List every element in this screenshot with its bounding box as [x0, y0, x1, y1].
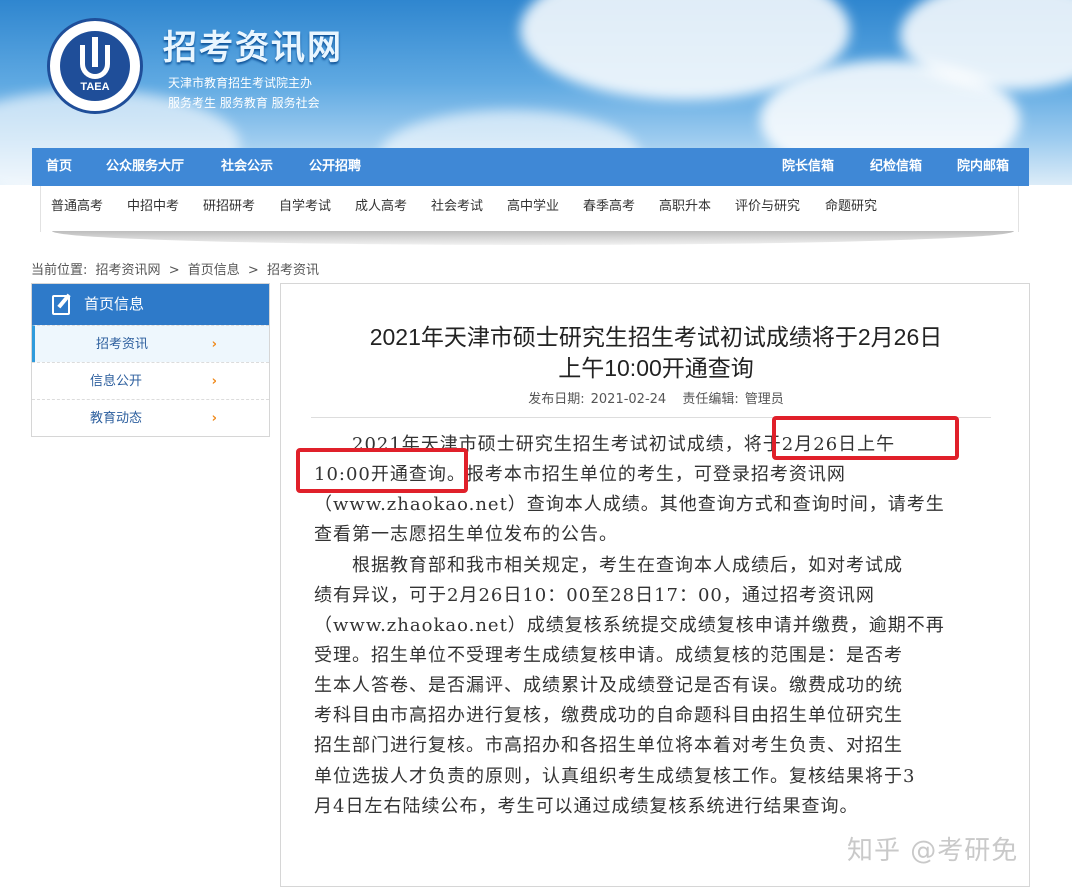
nav-home[interactable]: 首页 — [46, 148, 72, 186]
subnav-item[interactable]: 普通高考 — [51, 186, 103, 228]
article-paragraph-line: 绩有异议，可于2月26日10：00至28日17：00，通过招考资讯网 — [314, 585, 875, 606]
nav-discipline-mailbox[interactable]: 纪检信箱 — [870, 148, 922, 186]
highlight-box — [772, 416, 959, 460]
article-paragraph-line: 生本人答卷、是否漏评、成绩累计及成绩登记是否有误。缴费成功的统 — [314, 675, 903, 696]
article-paragraph-line: （www.zhaokao.net）成绩复核系统提交成绩复核申请并缴费，逾期不再 — [314, 615, 945, 636]
nav-shadow — [52, 231, 1014, 245]
breadcrumb-link[interactable]: 首页信息 — [188, 263, 240, 278]
sidebar-item-news[interactable]: 招考资讯 › — [32, 325, 269, 362]
watermark: 知乎 @考研免 — [847, 836, 1019, 866]
subnav-item[interactable]: 社会考试 — [431, 186, 483, 228]
site-subtitle-2: 服务考生 服务教育 服务社会 — [168, 96, 320, 110]
subnav-item[interactable]: 自学考试 — [279, 186, 331, 228]
breadcrumb-separator: > — [247, 263, 259, 278]
article-title-line-2: 上午10:00开通查询 — [558, 355, 754, 381]
logo-text: TAEA — [80, 81, 110, 93]
article-paragraph-line: （www.zhaokao.net）查询本人成绩。其他查询方式和查询时间，请考生 — [314, 494, 945, 515]
main-nav: 首页 公众服务大厅 社会公示 公开招聘 院长信箱 纪检信箱 院内邮箱 — [32, 148, 1029, 186]
sidebar-item-label: 教育动态 — [90, 411, 143, 426]
article-paragraph-line: 单位选拔人才负责的原则，认真组织考生成绩复核工作。复核结果将于3 — [314, 766, 916, 787]
sidebar-item-education-news[interactable]: 教育动态 › — [32, 399, 269, 436]
nav-recruitment[interactable]: 公开招聘 — [309, 148, 361, 186]
site-logo[interactable]: TAEA — [47, 18, 143, 114]
breadcrumb-prefix: 当前位置: — [31, 263, 88, 278]
breadcrumb-link[interactable]: 招考资讯 — [267, 263, 319, 278]
article-paragraph-line: 考科目由市高招办进行复核，缴费成功的自命题科目由招生单位研究生 — [314, 705, 903, 726]
article-meta: 发布日期: 2021-02-24 责任编辑: 管理员 — [281, 388, 1031, 407]
article-paragraph-line: 查看第一志愿招生单位发布的公告。 — [314, 524, 618, 545]
subnav-item[interactable]: 高职升本 — [659, 186, 711, 228]
subnav-item[interactable]: 高中学业 — [507, 186, 559, 228]
chevron-right-icon: › — [211, 337, 217, 352]
editor-label: 责任编辑: — [682, 392, 739, 407]
article-paragraph-line: 招生部门进行复核。市高招办和各招生单位将本着对考生负责、对招生 — [314, 735, 903, 756]
edit-document-icon — [52, 295, 70, 315]
editor-name: 管理员 — [744, 392, 784, 407]
subnav-item[interactable]: 研招研考 — [203, 186, 255, 228]
publish-date-label: 发布日期: — [528, 392, 585, 407]
subnav-item[interactable]: 评价与研究 — [735, 186, 800, 228]
publish-date: 2021-02-24 — [590, 392, 667, 407]
sub-nav: 普通高考 中招中考 研招研考 自学考试 成人高考 社会考试 高中学业 春季高考 … — [40, 186, 1019, 232]
nav-internal-mail[interactable]: 院内邮箱 — [957, 148, 1009, 186]
article-paragraph-line: 月4日左右陆续公布，考生可以通过成绩复核系统进行结果查询。 — [314, 796, 859, 817]
subnav-item[interactable]: 春季高考 — [583, 186, 635, 228]
logo-emblem-icon — [80, 37, 110, 79]
sidebar-item-label: 招考资讯 — [96, 337, 149, 352]
chevron-right-icon: › — [211, 374, 217, 389]
sidebar: 首页信息 招考资讯 › 信息公开 › 教育动态 › — [31, 283, 270, 437]
article-panel: 2021年天津市硕士研究生招生考试初试成绩将于2月26日 上午10:00开通查询… — [280, 283, 1030, 887]
sidebar-item-disclosure[interactable]: 信息公开 › — [32, 362, 269, 399]
article-title-line-1: 2021年天津市硕士研究生招生考试初试成绩将于2月26日 — [369, 324, 943, 350]
sidebar-header: 首页信息 — [32, 284, 269, 325]
nav-public-service[interactable]: 公众服务大厅 — [106, 148, 184, 186]
highlight-box — [296, 448, 468, 493]
nav-president-mailbox[interactable]: 院长信箱 — [782, 148, 834, 186]
sidebar-item-label: 信息公开 — [90, 374, 143, 389]
subnav-item[interactable]: 命题研究 — [825, 186, 877, 228]
article-paragraph-line: 受理。招生单位不受理考生成绩复核申请。成绩复核的范围是：是否考 — [314, 645, 903, 666]
site-subtitle-1: 天津市教育招生考试院主办 — [168, 76, 313, 90]
article-paragraph-line: 根据教育部和我市相关规定，考生在查询本人成绩后，如对考试成 — [314, 555, 903, 576]
site-title: 招考资讯网 — [163, 28, 343, 68]
sidebar-title: 首页信息 — [84, 295, 145, 313]
breadcrumb: 当前位置: 招考资讯网 > 首页信息 > 招考资讯 — [31, 259, 323, 278]
breadcrumb-separator: > — [168, 263, 180, 278]
subnav-item[interactable]: 成人高考 — [355, 186, 407, 228]
breadcrumb-link[interactable]: 招考资讯网 — [96, 263, 161, 278]
chevron-right-icon: › — [211, 411, 217, 426]
nav-public-notice[interactable]: 社会公示 — [221, 148, 273, 186]
subnav-item[interactable]: 中招中考 — [127, 186, 179, 228]
